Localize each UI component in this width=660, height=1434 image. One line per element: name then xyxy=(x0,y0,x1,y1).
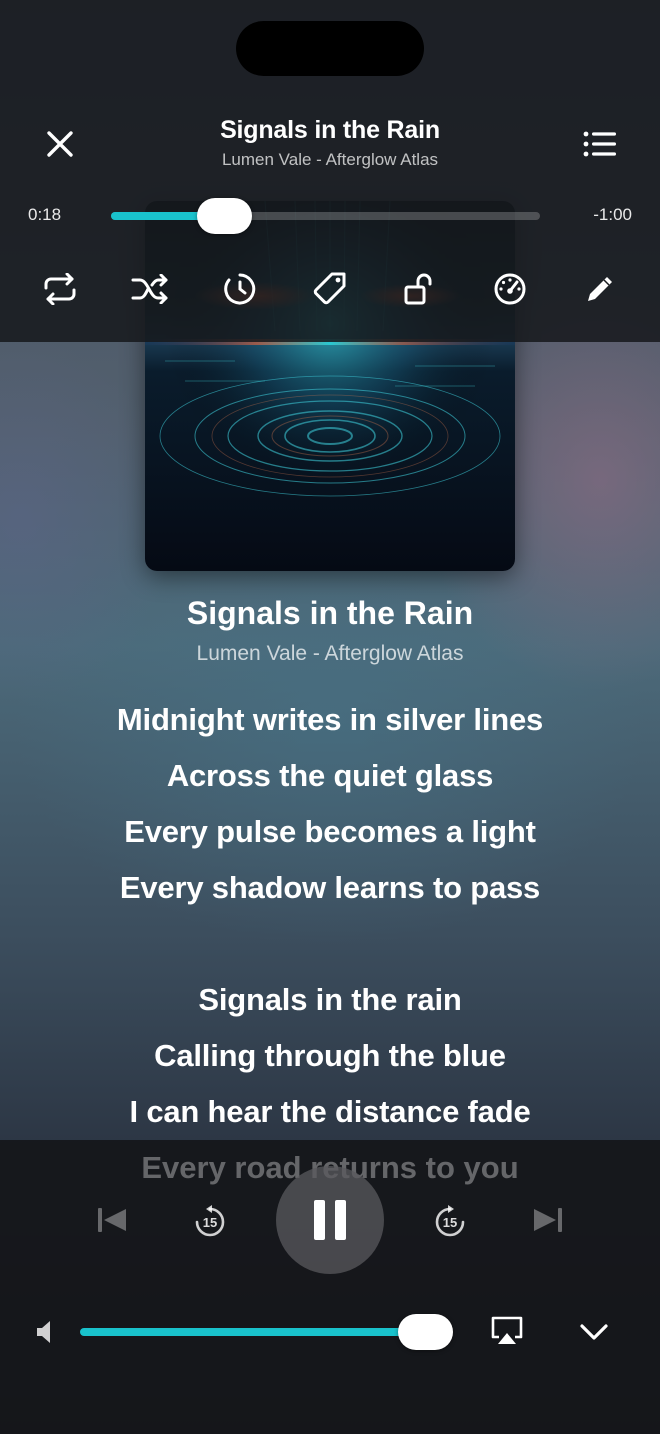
volume-slider[interactable] xyxy=(80,1328,440,1336)
airplay-icon xyxy=(491,1316,523,1344)
speaker-icon xyxy=(37,1321,50,1343)
song-title: Signals in the Rain xyxy=(186,595,474,631)
tag-icon xyxy=(313,272,346,305)
skip-back-15-icon: 15 xyxy=(195,1205,225,1237)
skip-back-button[interactable]: 15 xyxy=(186,1198,234,1246)
volume-thumb[interactable] xyxy=(398,1314,453,1350)
header-title: Signals in the Rain xyxy=(220,116,440,144)
lyric-line[interactable]: I can hear the distance fade xyxy=(0,1094,660,1130)
lyric-line[interactable]: Midnight writes in silver lines xyxy=(0,702,660,738)
speed-button[interactable] xyxy=(486,265,534,313)
svg-text:15: 15 xyxy=(443,1215,457,1230)
collapse-button[interactable] xyxy=(572,1310,616,1354)
header-subtitle: Lumen Vale - Afterglow Atlas xyxy=(221,150,439,169)
tool-row xyxy=(0,265,660,313)
lyric-line[interactable]: Calling through the blue xyxy=(0,1038,660,1074)
queue-button[interactable] xyxy=(576,120,624,168)
progress-thumb[interactable] xyxy=(197,198,252,234)
edit-button[interactable] xyxy=(576,265,624,313)
edit-icon xyxy=(588,277,612,301)
lock-button[interactable] xyxy=(396,265,444,313)
dynamic-island xyxy=(236,21,424,76)
speed-gauge-icon xyxy=(494,273,526,305)
lyric-line[interactable]: Every shadow learns to pass xyxy=(0,870,660,906)
previous-track-icon xyxy=(98,1208,126,1232)
progress-bar[interactable] xyxy=(111,212,540,220)
remaining-time: -1:00 xyxy=(593,205,632,224)
repeat-button[interactable] xyxy=(36,265,84,313)
unlock-icon xyxy=(404,273,432,305)
skip-forward-15-icon: 15 xyxy=(435,1205,465,1237)
progress-fill xyxy=(111,212,210,220)
lyric-line[interactable]: Signals in the rain xyxy=(0,982,660,1018)
pause-button[interactable] xyxy=(276,1166,384,1274)
close-icon xyxy=(47,131,73,157)
next-button[interactable] xyxy=(526,1198,570,1242)
repeat-icon xyxy=(44,273,76,305)
song-subtitle: Lumen Vale - Afterglow Atlas xyxy=(196,642,464,665)
sleep-timer-icon xyxy=(224,273,256,305)
shuffle-icon xyxy=(131,274,168,304)
previous-button[interactable] xyxy=(90,1198,134,1242)
next-track-icon xyxy=(534,1208,562,1232)
shuffle-button[interactable] xyxy=(126,265,174,313)
sleep-timer-button[interactable] xyxy=(216,265,264,313)
elapsed-time: 0:18 xyxy=(28,205,62,224)
list-icon xyxy=(583,131,616,157)
chevron-down-icon xyxy=(580,1324,608,1340)
tag-button[interactable] xyxy=(306,265,354,313)
volume-button[interactable] xyxy=(28,1312,64,1352)
airplay-button[interactable] xyxy=(484,1308,530,1354)
pause-icon xyxy=(314,1200,346,1240)
lyric-line[interactable]: Every pulse becomes a light xyxy=(0,814,660,850)
lyric-line[interactable]: Across the quiet glass xyxy=(0,758,660,794)
close-button[interactable] xyxy=(36,120,84,168)
svg-text:15: 15 xyxy=(203,1215,217,1230)
skip-forward-button[interactable]: 15 xyxy=(426,1198,474,1246)
